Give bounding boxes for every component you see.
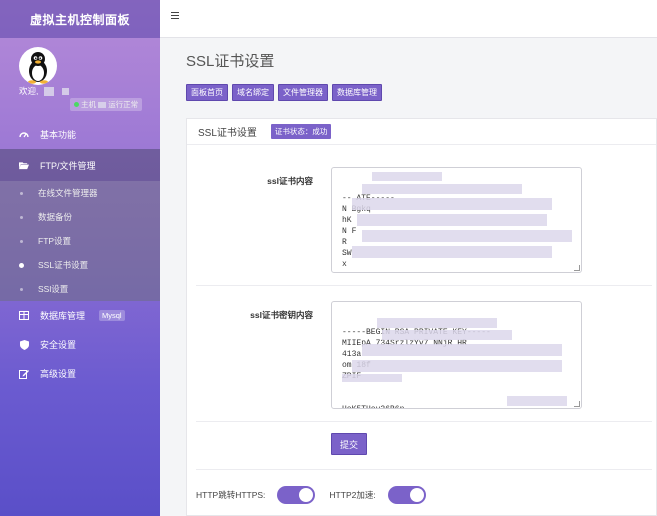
status-dot-icon [74, 102, 79, 107]
divider [196, 285, 652, 286]
bullet-icon [20, 287, 23, 291]
submenu-label: 数据备份 [38, 212, 73, 222]
toggle-knob [409, 488, 424, 502]
text-line: x [342, 260, 347, 269]
sidebar-item-label: 安全设置 [40, 340, 77, 350]
redacted-block [352, 246, 552, 258]
key-label: ssl证书密钥内容 [250, 310, 313, 320]
submenu-label: SSl设置 [38, 284, 69, 294]
text-line [342, 382, 571, 393]
panel-header: SSL证书设置 证书状态：成功 [187, 119, 656, 145]
redacted-block [342, 374, 402, 382]
sidebar-item-label: 高级设置 [40, 369, 77, 379]
sidebar-item-label: FTP/文件管理 [40, 160, 96, 171]
toggle-knob [299, 488, 314, 502]
redacted-block [362, 230, 572, 242]
host-status-badge: 主机 运行正常 [70, 98, 143, 111]
linux-penguin-icon [28, 52, 48, 84]
sidebar-nav: 基本功能 FTP/文件管理 在线文件管理器 数据备份 FTP设置 SSL证书设置… [0, 120, 160, 388]
submenu-label: FTP设置 [38, 236, 72, 246]
topbar [160, 0, 657, 38]
resize-grip-icon[interactable] [574, 265, 580, 271]
https-redirect-toggle[interactable] [277, 486, 316, 504]
sidebar-item-label: 基本功能 [40, 130, 77, 140]
ftp-submenu: 在线文件管理器 数据备份 FTP设置 SSL证书设置 SSl设置 [0, 181, 160, 301]
divider [196, 421, 652, 422]
redacted-block [372, 172, 442, 181]
sidebar-item-database[interactable]: 数据库管理 Mysql [0, 301, 160, 330]
panel-title: SSL证书设置 [198, 128, 257, 139]
cert-status-badge: 证书状态：成功 [270, 124, 332, 139]
quick-link-database[interactable]: 数据库管理 [332, 84, 382, 101]
quick-link-file-manager[interactable]: 文件管理器 [278, 84, 328, 101]
bullet-icon [19, 262, 24, 268]
table-icon [19, 311, 29, 321]
bullet-icon [20, 215, 23, 219]
redacted-block [377, 318, 497, 328]
submenu-label: 在线文件管理器 [38, 188, 98, 198]
redacted-block [362, 344, 562, 356]
quick-links: 面板首页 域名绑定 文件管理器 数据库管理 [186, 84, 382, 101]
page-title: SSL证书设置 [186, 53, 275, 70]
redacted-block [507, 396, 567, 406]
http2-label: HTTP2加速: [329, 490, 376, 500]
submenu-item-backup[interactable]: 数据备份 [0, 205, 160, 229]
redacted-block [362, 184, 522, 194]
submenu-item-ssl-cert[interactable]: SSL证书设置 [0, 253, 160, 277]
sidebar-item-basic[interactable]: 基本功能 [0, 120, 160, 149]
dashboard-icon [19, 130, 29, 140]
http2-toggle[interactable] [387, 486, 426, 504]
sidebar-item-label: 数据库管理 [40, 311, 86, 321]
quick-link-domain[interactable]: 域名绑定 [232, 84, 274, 101]
submenu-item-ftp-settings[interactable]: FTP设置 [0, 229, 160, 253]
key-textarea[interactable]: -----BEGIN RSA PRIVATE KEY-----MIIEpA 73… [331, 301, 582, 409]
welcome-text: 欢迎, [19, 85, 70, 97]
ssl-panel: SSL证书设置 证书状态：成功 ssl证书内容 -- ATE-----N Bgk… [186, 118, 657, 516]
redacted-block [352, 198, 552, 210]
redacted-block [352, 360, 562, 372]
username-redacted [43, 87, 54, 97]
sidebar: 虚拟主机控制面板 欢迎, 主机 运行正常 基本功能 FTP/文件管理 在线文件管… [0, 0, 160, 516]
host-status-text: 运行正常 [108, 100, 139, 109]
submenu-label: SSL证书设置 [38, 260, 89, 270]
shield-icon [19, 339, 29, 350]
sidebar-item-ftp[interactable]: FTP/文件管理 [0, 149, 160, 181]
cert-textarea[interactable]: -- ATE-----N BgkqhKN FRSWx DE [331, 167, 582, 273]
sidebar-item-advanced[interactable]: 高级设置 [0, 359, 160, 388]
https-redirect-label: HTTP跳转HTTPS: [196, 490, 266, 500]
submenu-item-ssl[interactable]: SSl设置 [0, 277, 160, 301]
toggle-row: HTTP跳转HTTPS: HTTP2加速: [196, 486, 426, 504]
host-redacted [98, 102, 107, 109]
divider [196, 469, 652, 470]
edit-icon [19, 369, 29, 379]
welcome-label: 欢迎, [19, 86, 39, 96]
resize-grip-icon[interactable] [574, 401, 580, 407]
submit-button[interactable]: 提交 [331, 433, 367, 455]
quick-link-home[interactable]: 面板首页 [186, 84, 228, 101]
bullet-icon [20, 191, 23, 195]
avatar [19, 47, 57, 85]
submenu-item-file-manager[interactable]: 在线文件管理器 [0, 181, 160, 205]
redacted-block [382, 330, 512, 340]
sidebar-item-security[interactable]: 安全设置 [0, 330, 160, 359]
cert-label: ssl证书内容 [267, 176, 313, 186]
main-content: SSL证书设置 面板首页 域名绑定 文件管理器 数据库管理 SSL证书设置 证书… [160, 38, 657, 516]
folder-open-icon [19, 160, 29, 170]
bullet-icon [20, 239, 23, 243]
mysql-badge: Mysql [99, 310, 125, 321]
username-redacted-2 [62, 88, 70, 96]
host-label: 主机 [81, 100, 96, 109]
text-line [342, 270, 571, 272]
redacted-block [357, 214, 547, 226]
menu-toggle-icon[interactable] [171, 12, 179, 19]
brand-title: 虚拟主机控制面板 [0, 0, 160, 38]
